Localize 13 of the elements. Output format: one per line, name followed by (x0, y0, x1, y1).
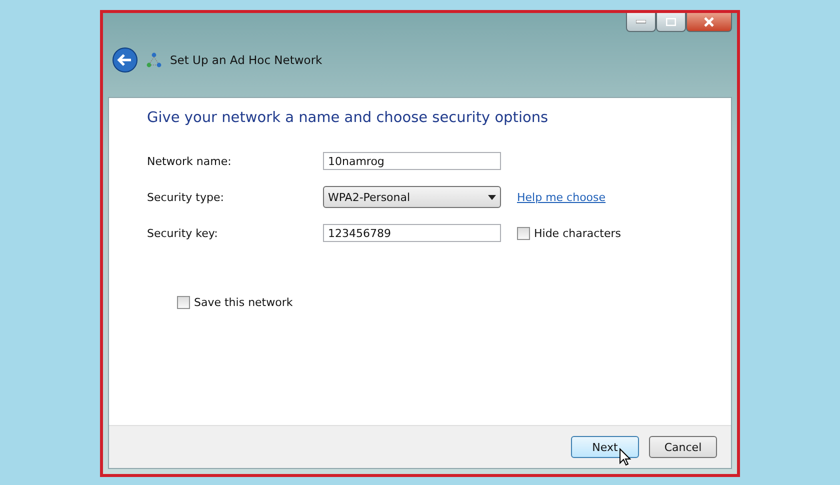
input-field[interactable]: 123456789 (323, 224, 501, 242)
dialog-button[interactable]: Next (571, 436, 639, 458)
hide-characters-checkbox[interactable]: Hide characters (517, 226, 731, 240)
field-label: Security type: (147, 190, 225, 204)
save-network-checkbox[interactable]: Save this network (177, 296, 731, 309)
help-link[interactable]: Help me choose (517, 190, 731, 204)
field-label: Network name: (147, 154, 232, 168)
window-title: Set Up an Ad Hoc Network (170, 53, 322, 67)
dialog-button[interactable]: Cancel (649, 436, 717, 458)
security-type-dropdown[interactable]: WPA2-Personal (323, 186, 501, 208)
page-heading: Give your network a name and choose security options (147, 110, 550, 126)
input-field[interactable]: 10namrog (323, 152, 501, 170)
field-label: Security key: (147, 226, 219, 240)
